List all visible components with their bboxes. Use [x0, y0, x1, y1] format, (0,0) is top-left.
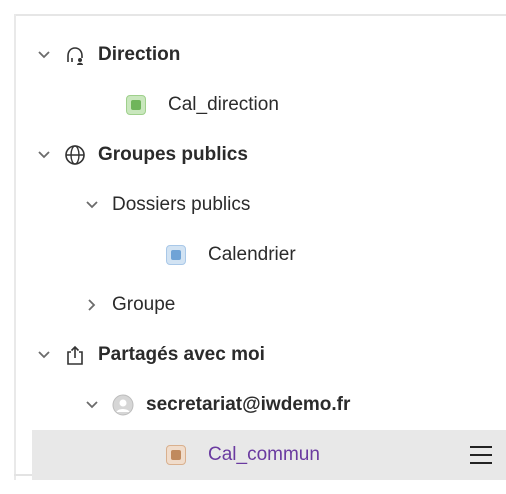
calendar-color-swatch — [166, 245, 186, 265]
avatar-icon — [112, 394, 134, 416]
tree-node-groupes-publics[interactable]: Groupes publics — [16, 130, 506, 180]
tree-node-account[interactable]: secretariat@iwdemo.fr — [16, 380, 506, 430]
tree-node-label: Partagés avec moi — [98, 344, 265, 365]
tree-node-groupe[interactable]: Groupe — [16, 280, 506, 330]
calendar-item-cal-direction[interactable]: Cal_direction — [16, 80, 506, 130]
folder-tree: Direction Cal_direction Groupes publics — [16, 30, 506, 480]
menu-icon[interactable] — [470, 446, 492, 464]
calendar-label: Cal_commun — [208, 444, 320, 465]
chevron-down-icon[interactable] — [84, 397, 100, 413]
tree-node-direction[interactable]: Direction — [16, 30, 506, 80]
share-icon — [64, 344, 86, 366]
group-icon — [64, 44, 86, 66]
tree-node-label: Dossiers publics — [112, 194, 251, 215]
calendar-item-calendrier[interactable]: Calendrier — [16, 230, 506, 280]
tree-node-partages-avec-moi[interactable]: Partagés avec moi — [16, 330, 506, 380]
globe-icon — [64, 144, 86, 166]
chevron-down-icon[interactable] — [36, 147, 52, 163]
panel-top-border — [14, 14, 506, 16]
chevron-right-icon[interactable] — [84, 297, 100, 313]
calendar-label: Calendrier — [208, 244, 296, 265]
chevron-down-icon[interactable] — [84, 197, 100, 213]
tree-node-dossiers-publics[interactable]: Dossiers publics — [16, 180, 506, 230]
tree-node-label: Groupe — [112, 294, 176, 315]
chevron-down-icon[interactable] — [36, 347, 52, 363]
tree-node-label: Direction — [98, 44, 181, 65]
calendar-color-swatch — [166, 445, 186, 465]
calendar-label: Cal_direction — [168, 94, 279, 115]
tree-node-label: Groupes publics — [98, 144, 248, 165]
calendar-item-cal-commun[interactable]: Cal_commun — [32, 430, 506, 480]
chevron-down-icon[interactable] — [36, 47, 52, 63]
calendar-color-swatch — [126, 95, 146, 115]
tree-node-label: secretariat@iwdemo.fr — [146, 394, 351, 415]
calendar-tree-panel: Direction Cal_direction Groupes publics — [0, 0, 506, 494]
